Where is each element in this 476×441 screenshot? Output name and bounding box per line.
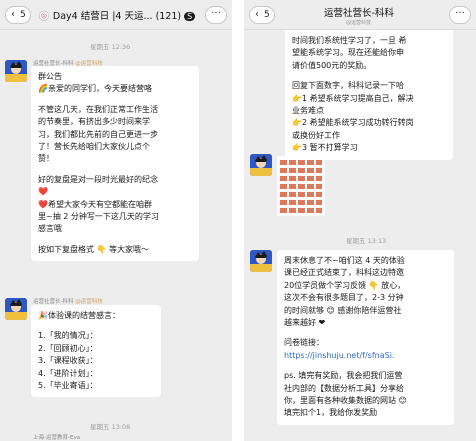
pointing-hand-icon: 👉	[292, 143, 302, 153]
rainbow-icon: 🌈	[38, 84, 48, 94]
contact-title: 运营社营长-科科	[324, 8, 394, 19]
chevron-left-icon: ‹	[255, 9, 259, 20]
avatar[interactable]	[5, 298, 27, 320]
private-chat-screen: ‹ 5 运营社营长-科科 @运营科技 ··· 时间我们系统性学习了，一旦 希 望…	[244, 0, 476, 441]
group-emoji-icon: 🍥	[38, 11, 50, 22]
timestamp: 星期五 13:08	[90, 423, 131, 431]
sender-name: 运营社营长-科科 @运营科技	[33, 299, 103, 305]
heart-icon: ❤️	[38, 187, 48, 197]
screenshot-stage: ‹ 5 🍥 Day4 结营日 |4 天运... (121) S ··· 星期五 …	[0, 0, 476, 441]
timestamp: 星期五 12:36	[90, 43, 131, 51]
ellipsis-icon[interactable]: ···	[205, 6, 227, 24]
group-title: 🍥 Day4 结营日 |4 天运... (121) S	[38, 8, 196, 22]
pointing-hand-icon: 👉	[292, 118, 302, 128]
feedback-request-bubble[interactable]: 周末休息了不~咱们这 4 天的体验 课已经正式结束了，科科这边特邀 20位学员做…	[277, 250, 454, 425]
shared-image-thumbnail[interactable]	[277, 156, 325, 216]
sender-name: 上海-运营教育-Eva	[33, 435, 81, 441]
chevron-left-icon: ‹	[11, 9, 15, 20]
offer-bubble[interactable]: 时间我们系统性学习了，一旦 希 望能系统学习。现在还能给你申 请价值500元的奖…	[285, 30, 453, 160]
avatar[interactable]	[250, 250, 272, 272]
pointing-hand-icon: 👉	[292, 93, 302, 103]
avatar[interactable]	[250, 154, 272, 176]
heart-icon: ❤️	[38, 199, 48, 209]
group-badge-icon: S	[184, 12, 196, 21]
chat-header: ‹ 5 🍥 Day4 结营日 |4 天运... (121) S ···	[0, 0, 232, 30]
chat-header: ‹ 5 运营社营长-科科 @运营科技 ···	[244, 0, 476, 30]
timestamp: 星期五 13:13	[346, 237, 387, 245]
avatar[interactable]	[5, 60, 27, 82]
unread-count: 5	[20, 10, 26, 20]
back-button[interactable]: ‹ 5	[249, 6, 275, 24]
party-popper-icon: 🎉	[38, 311, 48, 320]
contact-subtitle: @运营科技	[346, 20, 372, 26]
announcement-bubble[interactable]: 群公告 🌈亲爱的同学们，今天要结营咯 不管这几天，在我们正常工作生活 的节奏里，…	[31, 66, 199, 262]
survey-link[interactable]: https://jinshuju.net/f/sfnaSi.	[284, 350, 447, 362]
member-count: (121)	[155, 11, 182, 22]
announcement-title: 群公告	[38, 72, 62, 81]
unread-count: 5	[264, 10, 270, 20]
reflection-bubble[interactable]: 🎉体验课的结营感言： 1.「我的情况」： 2.「回顾初心」： 3.「课程收获」：…	[31, 305, 161, 398]
back-button[interactable]: ‹ 5	[5, 6, 31, 24]
ellipsis-icon[interactable]: ···	[449, 6, 471, 24]
group-chat-screen: ‹ 5 🍥 Day4 结营日 |4 天运... (121) S ··· 星期五 …	[0, 0, 232, 441]
